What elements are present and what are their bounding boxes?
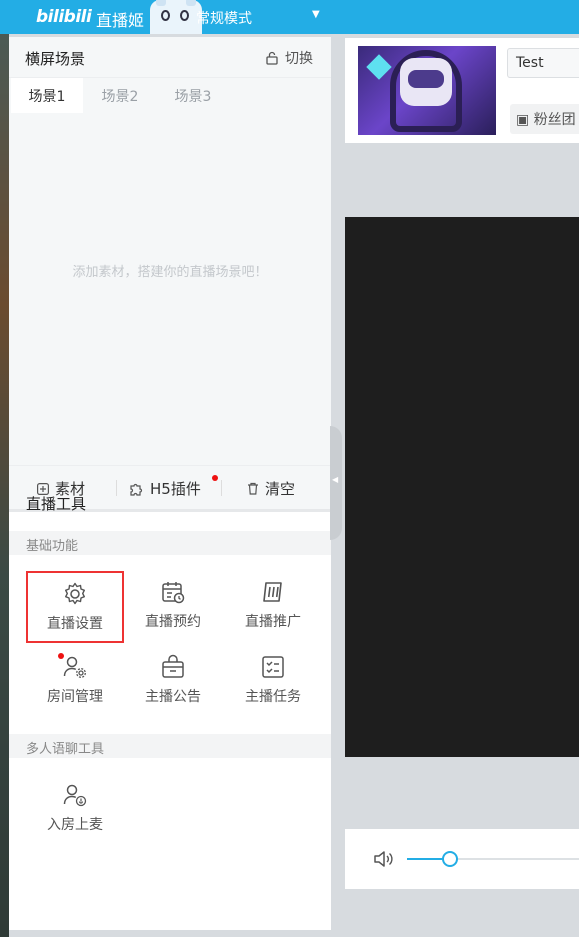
announcement-icon — [162, 654, 184, 678]
caret-down-icon[interactable]: ▼ — [312, 9, 320, 20]
tools-title: 直播工具 — [26, 495, 87, 513]
scene-title: 横屏场景 — [25, 50, 86, 68]
checklist-icon — [262, 656, 284, 678]
fans-club-label: 粉丝团 — [533, 112, 576, 128]
room-cover-image[interactable] — [358, 46, 496, 135]
clear-label: 清空 — [265, 480, 296, 498]
scene-tabs: 场景1 场景2 场景3 — [9, 77, 331, 114]
streamer-tasks-button[interactable]: 主播任务 — [224, 646, 322, 718]
live-reservation-button[interactable]: 直播预约 — [124, 571, 222, 643]
live-settings-button[interactable]: 直播设置 — [26, 571, 124, 643]
scene-canvas[interactable]: 添加素材，搭建你的直播场景吧！ — [9, 113, 331, 465]
tool-label: 入房上麦 — [47, 817, 103, 833]
divider — [116, 480, 117, 496]
empty-hint: 添加素材，搭建你的直播场景吧！ — [72, 265, 268, 280]
puzzle-icon — [130, 483, 143, 496]
tool-label: 主播公告 — [145, 689, 201, 705]
tab-scene-2[interactable]: 场景2 — [84, 78, 156, 114]
divider — [221, 480, 222, 496]
tool-label: 主播任务 — [245, 689, 301, 705]
calendar-clock-icon — [162, 582, 185, 604]
section-basic: 基础功能 — [9, 531, 331, 555]
title-bar: bilibili 直播姬 常规模式 ▼ — [0, 0, 579, 34]
volume-bar — [345, 829, 579, 889]
tab-scene-3[interactable]: 场景3 — [157, 78, 229, 114]
switch-button[interactable]: 切换 — [265, 48, 313, 68]
clear-button[interactable]: 清空 — [247, 478, 295, 499]
room-card: Test ▣ 粉丝团 — [345, 38, 579, 143]
h5-plugin-button[interactable]: H5插件 — [129, 478, 201, 499]
switch-label: 切换 — [285, 51, 313, 67]
speaker-icon[interactable] — [373, 850, 395, 868]
promotion-icon — [263, 582, 282, 602]
app-name: 直播姬 — [96, 11, 145, 30]
tool-label: 直播预约 — [145, 614, 201, 630]
caret-left-icon: ◀ — [332, 475, 339, 484]
left-panel: 横屏场景 切换 场景1 场景2 场景3 添加素材，搭建你的直播场景吧！ 素材 H… — [9, 37, 331, 930]
tab-scene-1[interactable]: 场景1 — [11, 78, 83, 114]
trash-icon — [248, 482, 258, 495]
section-multi: 多人语聊工具 — [9, 734, 331, 758]
room-title-input[interactable]: Test — [507, 48, 579, 78]
collapse-handle[interactable]: ◀ — [330, 426, 342, 540]
live-promotion-button[interactable]: 直播推广 — [224, 571, 322, 643]
scene-header: 横屏场景 切换 — [9, 37, 331, 77]
mascot-icon — [150, 0, 202, 34]
tv-icon: ▣ — [516, 112, 530, 128]
window-edge — [0, 34, 9, 937]
join-mic-button[interactable]: 入房上麦 — [26, 774, 124, 846]
fans-club-button[interactable]: ▣ 粉丝团 — [510, 104, 579, 134]
live-preview[interactable] — [345, 217, 579, 757]
lock-icon — [266, 51, 278, 65]
mode-selector[interactable]: 常规模式 — [196, 8, 252, 28]
gear-icon — [65, 582, 85, 605]
user-mic-icon — [63, 784, 87, 807]
bilibili-logo: bilibili — [36, 7, 92, 27]
room-management-button[interactable]: 房间管理 — [26, 646, 124, 718]
notification-dot — [212, 475, 218, 481]
h5-plugin-label: H5插件 — [150, 480, 201, 498]
tool-label: 直播推广 — [245, 614, 301, 630]
notification-dot — [58, 653, 64, 659]
user-gear-icon — [63, 656, 86, 678]
tool-label: 直播设置 — [47, 616, 103, 632]
volume-knob[interactable] — [442, 851, 458, 867]
tool-label: 房间管理 — [47, 689, 103, 705]
announcement-button[interactable]: 主播公告 — [124, 646, 222, 718]
